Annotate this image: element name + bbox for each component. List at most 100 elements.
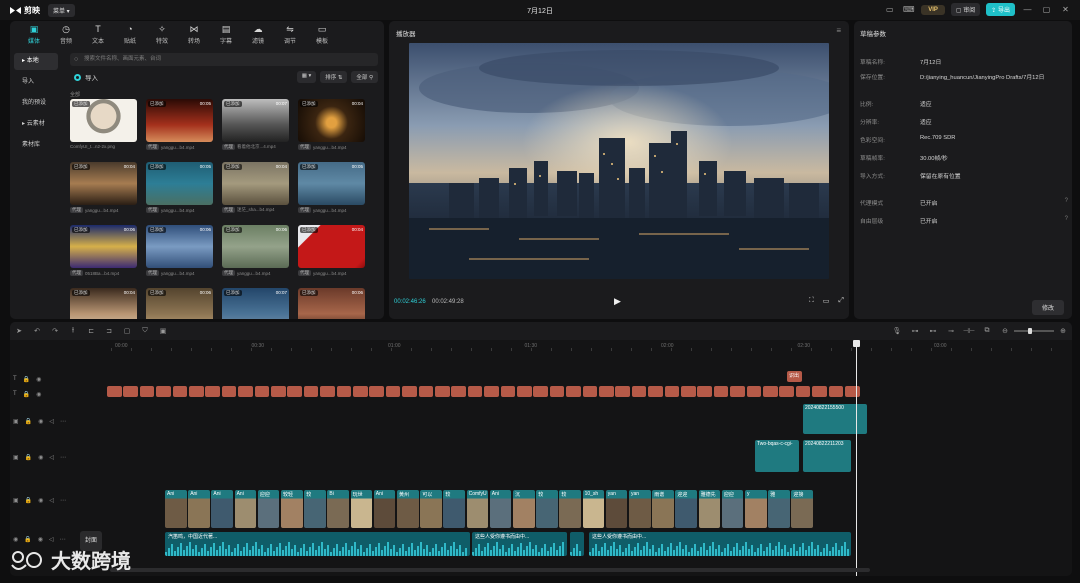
media-thumbnail[interactable]: 已添加 00:06 [222, 225, 289, 268]
tab-text[interactable]: T 文本 [82, 21, 114, 47]
sidebar-item-3[interactable]: ▸ 云素材 [14, 116, 58, 133]
timeline-scrollbar[interactable] [110, 568, 870, 572]
media-search-input[interactable]: ○ 搜索文件名称、画面元素、台词 [70, 53, 378, 66]
tab-effect[interactable]: ✧ 特效 [146, 21, 178, 47]
more-icon[interactable]: ⋯ [60, 418, 66, 425]
more-icon[interactable]: ⋯ [60, 454, 66, 461]
maximize-icon[interactable]: ▢ [1040, 3, 1053, 16]
text-clip[interactable] [189, 386, 204, 397]
text-clip[interactable] [517, 386, 532, 397]
layout-icon[interactable]: ▭ [883, 3, 896, 16]
lock-icon[interactable]: 🔒 [23, 391, 30, 398]
crop-icon[interactable]: ▣ [154, 327, 172, 335]
zoom-in-icon[interactable]: ⊕ [1054, 327, 1072, 335]
media-item[interactable]: 已添加 00:05 代理 yanggu...b4.mp4 [146, 99, 213, 150]
sidebar-item-4[interactable]: 素材库 [14, 137, 58, 154]
filter-button[interactable]: 全部 ⚲ [351, 71, 378, 83]
video-clip[interactable]: 玩世 [350, 490, 373, 528]
lock-icon[interactable]: 🔒 [25, 497, 32, 504]
media-thumbnail[interactable]: 已添加 [70, 99, 137, 142]
lock-icon[interactable]: 🔒 [24, 536, 31, 543]
media-item[interactable]: 已添加 00:04 代理 yanggu...b4.mp4 [70, 162, 137, 213]
video-clip[interactable]: yan [605, 490, 628, 528]
media-item[interactable]: 已添加 00:05 代理 yanggu...b4.mp4 [298, 162, 365, 213]
media-item[interactable]: 已添加 00:06 代理 0518Ba...b4.mp4 [70, 225, 137, 276]
media-item[interactable]: 已添加 00:06 代理 yanggu...b4.mp4 [146, 225, 213, 276]
visibility-icon[interactable]: ◉ [38, 497, 43, 504]
video-clip[interactable]: Ani [373, 490, 396, 528]
audio-icon[interactable]: ◁ [49, 454, 54, 461]
player-menu-icon[interactable]: ≡ [836, 26, 841, 35]
more-icon[interactable]: ⋯ [60, 536, 66, 543]
audio-icon[interactable]: ◁ [49, 418, 54, 425]
fullscreen-icon[interactable]: ⤢ [838, 297, 844, 305]
text-clip[interactable] [500, 386, 516, 397]
media-thumbnail[interactable]: 已添加 00:05 [146, 99, 213, 142]
video-clip[interactable]: Ani [489, 490, 512, 528]
media-thumbnail[interactable]: 已添加 00:06 [70, 225, 137, 268]
media-item[interactable]: 已添加 00:06 代理 yanggu...b4.mp4 [222, 225, 289, 276]
play-button[interactable]: ▶ [614, 296, 621, 307]
text-clip[interactable] [828, 386, 844, 397]
video-clip[interactable]: 较 [559, 490, 581, 528]
menu-button[interactable]: 菜单 ▾ [48, 3, 75, 17]
lock-icon[interactable]: 🔒 [25, 454, 32, 461]
media-item[interactable]: 已添加 00:05 代理 yanggu...b4.mp4 [146, 162, 213, 213]
video-clip[interactable]: 雨谱 [652, 490, 674, 528]
media-thumbnail[interactable]: 已添加 00:04 [222, 162, 289, 205]
media-item[interactable]: 已添加 00:07 [222, 288, 289, 319]
text-clip[interactable] [615, 386, 630, 397]
timeline-ruler[interactable]: 00:00 00:30 01:00 01:30 02:00 02:30 03:00 [107, 341, 1072, 355]
review-button[interactable]: ▢ 审阅 [950, 3, 981, 16]
media-thumbnail[interactable]: 已添加 00:05 [146, 162, 213, 205]
video-clip[interactable]: ComfyU [466, 490, 489, 528]
chain-icon[interactable]: ⊸ [942, 327, 960, 335]
text-clip[interactable] [123, 386, 138, 397]
text-clip[interactable] [271, 386, 286, 397]
video-clip[interactable]: Bi [327, 490, 349, 528]
text-clip[interactable] [582, 386, 598, 397]
video-clip[interactable]: 较轻 [281, 490, 303, 528]
visibility-icon[interactable]: ◉ [38, 536, 43, 543]
text-clip[interactable] [664, 386, 680, 397]
view-toggle-button[interactable]: ▦ ▾ [296, 71, 317, 83]
text-clip[interactable] [697, 386, 712, 397]
text-clip[interactable] [336, 386, 352, 397]
close-icon[interactable]: ✕ [1059, 3, 1072, 16]
video-clip[interactable]: 较 [443, 490, 465, 528]
fit-icon[interactable]: ⛶ [809, 297, 814, 305]
modify-button[interactable]: 修改 [1031, 300, 1064, 315]
sidebar-item-1[interactable]: 导入 [14, 74, 58, 91]
text-clip[interactable] [549, 386, 565, 397]
playhead[interactable] [856, 340, 857, 576]
video-clip[interactable]: Ani [165, 490, 187, 528]
split-icon[interactable]: ⫲ [64, 327, 82, 335]
media-thumbnail[interactable]: 已添加 00:04 [298, 225, 365, 268]
media-thumbnail[interactable]: 已添加 00:07 [222, 99, 289, 142]
tab-adjust[interactable]: ⇋ 调节 [274, 21, 306, 47]
media-item[interactable]: 已添加 00:04 代理 yanggu...b4.mp4 [298, 225, 365, 276]
preview-axis-icon[interactable]: ⧉ [978, 327, 996, 335]
text-clip[interactable] [303, 386, 319, 397]
video-clip[interactable]: 较 [304, 490, 326, 528]
text-clip[interactable] [287, 386, 302, 397]
media-thumbnail[interactable]: 已添加 00:05 [298, 162, 365, 205]
delete-right-icon[interactable]: ⊐ [100, 327, 118, 335]
media-thumbnail[interactable]: 已添加 00:04 [70, 288, 137, 319]
video-clip[interactable]: Ani [188, 490, 210, 528]
tab-transition[interactable]: ⋈ 转场 [178, 21, 210, 47]
lock-icon[interactable]: 🔒 [25, 418, 32, 425]
text-clip[interactable] [435, 386, 450, 397]
media-thumbnail[interactable]: 已添加 00:04 [298, 99, 365, 142]
text-clip[interactable] [713, 386, 729, 397]
help-icon[interactable]: ? [1065, 216, 1068, 225]
video-clip[interactable]: 迎接 [791, 490, 813, 528]
text-clip[interactable] [484, 386, 499, 397]
text-clip[interactable] [369, 386, 384, 397]
text-clip[interactable] [845, 386, 860, 397]
audio-icon[interactable]: ◁ [49, 497, 54, 504]
tab-sticker[interactable]: ◔ 贴纸 [114, 21, 146, 47]
text-clip[interactable] [254, 386, 270, 397]
tab-media[interactable]: ▣ 媒体 [18, 21, 50, 47]
video-clip[interactable]: 20240822155500 [803, 404, 867, 434]
